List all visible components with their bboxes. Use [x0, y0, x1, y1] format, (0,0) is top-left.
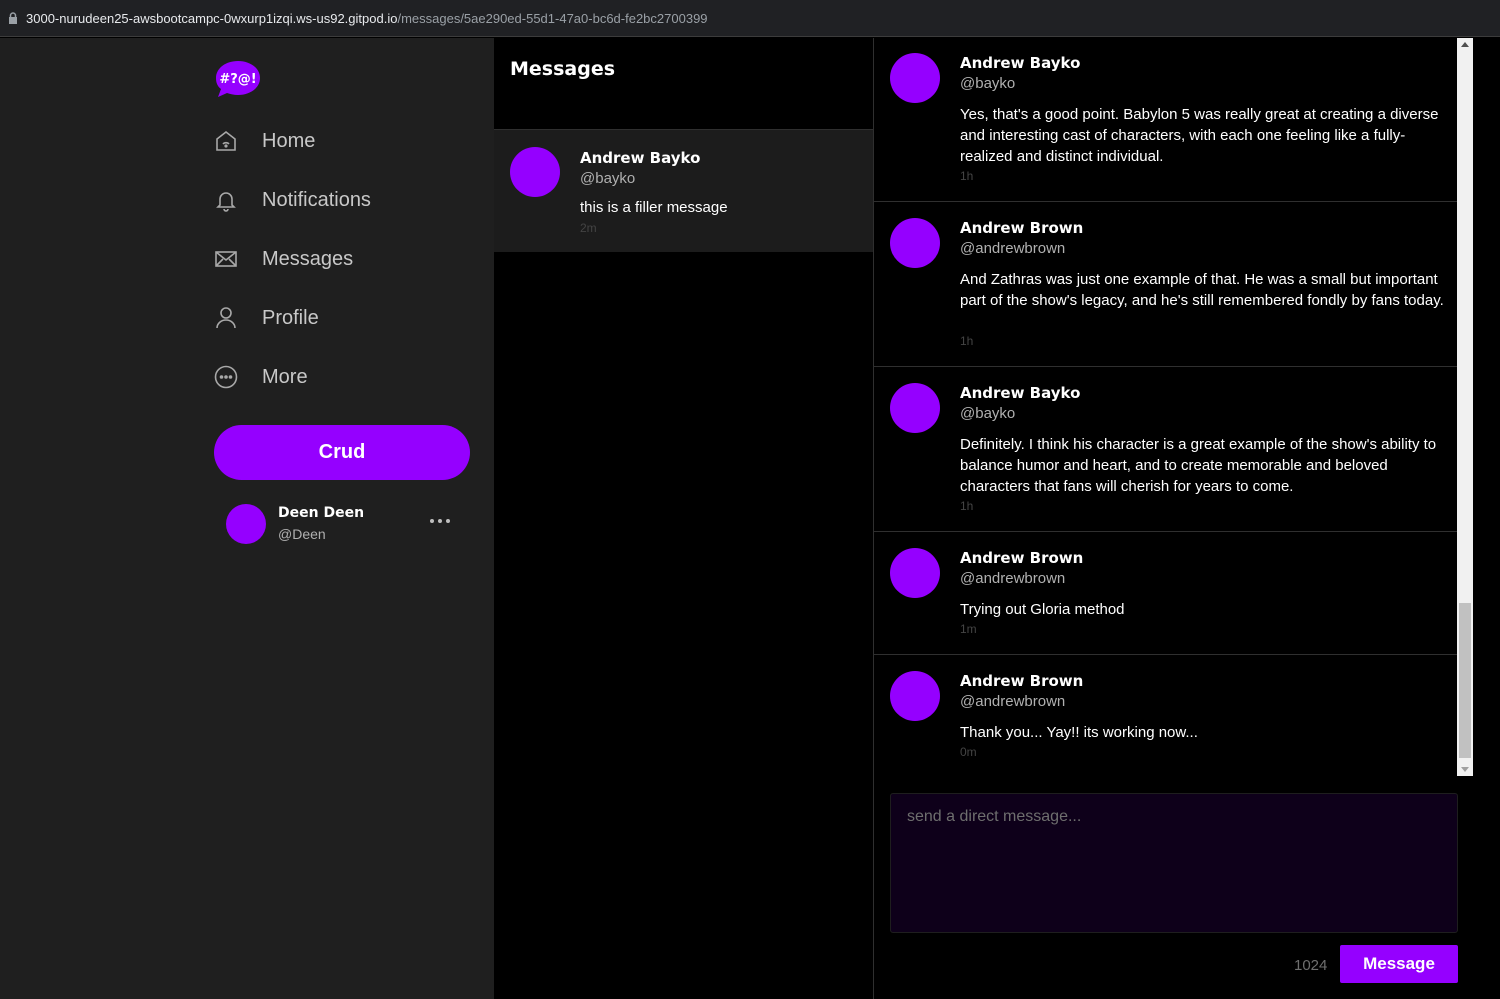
group-time: 2m — [580, 221, 597, 235]
message-groups: Messages Andrew Bayko @bayko this is a f… — [494, 38, 873, 999]
message-item: Andrew Bayko @bayko Definitely. I think … — [874, 367, 1457, 532]
message-time: 1h — [960, 499, 974, 513]
message-text: Definitely. I think his character is a g… — [960, 436, 1437, 495]
nav-item-notifications[interactable]: Notifications — [214, 180, 371, 220]
message-item: Andrew Bayko @bayko Yes, that's a good p… — [874, 38, 1457, 202]
group-last-message: this is a filler message — [580, 199, 728, 216]
message-author: Andrew Brown — [960, 672, 1084, 690]
message-author: Andrew Brown — [960, 549, 1084, 567]
message-handle: @andrewbrown — [960, 240, 1066, 257]
avatar — [890, 548, 940, 598]
scroll-down-icon[interactable] — [1461, 767, 1469, 772]
avatar — [890, 53, 940, 103]
message-time: 1h — [960, 169, 974, 183]
profile-card[interactable]: Deen Deen @Deen — [226, 503, 466, 545]
message-text: And Zathras was just one example of that… — [960, 271, 1444, 309]
more-circle-icon — [214, 365, 238, 389]
bell-icon — [214, 188, 238, 212]
more-dots-icon[interactable] — [428, 513, 452, 529]
message-item: Andrew Brown @andrewbrown Trying out Glo… — [874, 532, 1457, 655]
nav-label-notifications: Notifications — [262, 188, 371, 211]
avatar — [226, 504, 266, 544]
nav-item-home[interactable]: Home — [214, 121, 315, 161]
nav-item-profile[interactable]: Profile — [214, 298, 319, 338]
message-time: 1h — [960, 334, 974, 348]
avatar — [890, 671, 940, 721]
profile-handle: @Deen — [278, 526, 326, 542]
groups-header: Messages — [494, 38, 873, 130]
url-path: /messages/5ae290ed-55d1-47a0-bc6d-fe2bc2… — [397, 10, 708, 26]
message-author: Andrew Bayko — [960, 54, 1081, 72]
lock-icon — [6, 11, 20, 25]
page-title: Messages — [510, 58, 616, 80]
message-group-item[interactable]: Andrew Bayko @bayko this is a filler mes… — [494, 130, 873, 252]
message-item: Andrew Brown @andrewbrown And Zathras wa… — [874, 202, 1457, 367]
nav-label-home: Home — [262, 129, 316, 152]
user-icon — [214, 306, 238, 330]
nav-item-more[interactable]: More — [214, 357, 308, 397]
url-text[interactable]: 3000-nurudeen25-awsbootcampc-0wxurp1izqi… — [26, 11, 708, 26]
nav-label-more: More — [262, 365, 308, 388]
message-handle: @andrewbrown — [960, 570, 1066, 587]
avatar — [890, 218, 940, 268]
profile-name: Deen Deen — [278, 505, 365, 521]
message-handle: @bayko — [960, 75, 1016, 92]
group-name: Andrew Bayko — [580, 149, 701, 167]
message-time: 0m — [960, 745, 977, 759]
nav-label-messages: Messages — [262, 247, 354, 270]
logo-text: #?@! — [219, 72, 256, 87]
home-icon — [214, 129, 238, 153]
message-text: Trying out Gloria method — [960, 601, 1125, 618]
direct-message-input[interactable] — [890, 793, 1458, 933]
scrollbar-thumb[interactable] — [1459, 603, 1471, 758]
message-time: 1m — [960, 622, 977, 636]
messages-feed: Andrew Bayko @bayko Yes, that's a good p… — [874, 38, 1457, 776]
message-handle: @bayko — [960, 405, 1016, 422]
message-item: Andrew Brown @andrewbrown Thank you... Y… — [874, 655, 1457, 776]
feed-scrollbar[interactable] — [1457, 38, 1473, 776]
envelope-icon — [214, 247, 238, 271]
send-message-button[interactable]: Message — [1340, 945, 1458, 983]
avatar — [510, 147, 560, 197]
url-host: 3000-nurudeen25-awsbootcampc-0wxurp1izqi… — [26, 10, 398, 26]
message-author: Andrew Bayko — [960, 384, 1081, 402]
sidebar: #?@! Home Notifications Messages Profile… — [0, 38, 494, 999]
scroll-up-icon[interactable] — [1461, 42, 1469, 47]
avatar — [890, 383, 940, 433]
browser-address-bar[interactable]: 3000-nurudeen25-awsbootcampc-0wxurp1izqi… — [0, 0, 1500, 37]
message-text: Thank you... Yay!! its working now... — [960, 724, 1198, 741]
message-text: Yes, that's a good point. Babylon 5 was … — [960, 106, 1439, 165]
message-handle: @andrewbrown — [960, 693, 1066, 710]
app-logo[interactable]: #?@! — [214, 58, 262, 98]
nav-label-profile: Profile — [262, 306, 319, 329]
nav-item-messages[interactable]: Messages — [214, 239, 353, 279]
crud-button[interactable]: Crud — [214, 425, 470, 480]
group-handle: @bayko — [580, 170, 636, 187]
char-count: 1024 — [1294, 957, 1328, 974]
message-author: Andrew Brown — [960, 219, 1084, 237]
